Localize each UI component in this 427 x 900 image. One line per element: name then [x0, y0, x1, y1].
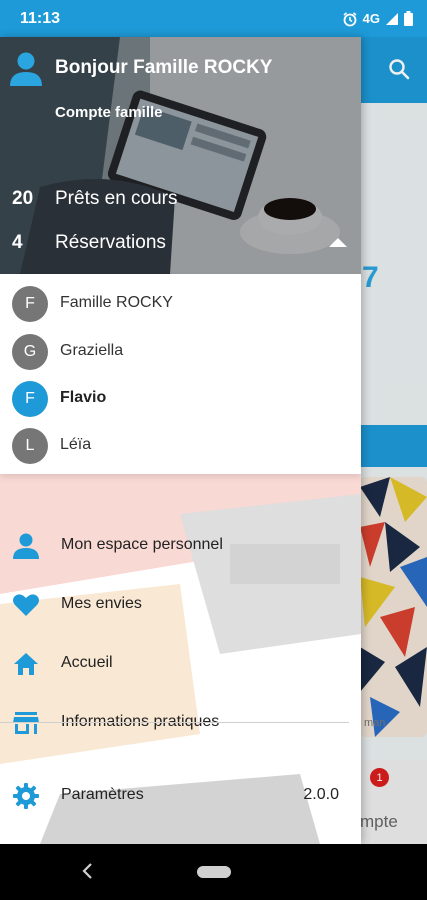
person-icon — [12, 532, 40, 565]
menu-label: Mon espace personnel — [61, 536, 223, 553]
status-time: 11:13 — [20, 9, 61, 27]
member-avatar: F — [12, 286, 48, 322]
account-avatar-icon — [9, 51, 43, 92]
gear-icon — [12, 782, 40, 815]
menu-item-personal-space[interactable]: Mon espace personnel — [0, 518, 361, 574]
menu-item-settings[interactable]: Paramètres 2.0.0 — [0, 768, 361, 824]
menu-item-home[interactable]: Accueil — [0, 636, 361, 692]
member-avatar: G — [12, 334, 48, 370]
menu-item-wishlist[interactable]: Mes envies — [0, 577, 361, 633]
loans-stat[interactable]: 20 Prêts en cours — [0, 188, 361, 218]
home-icon — [12, 650, 40, 683]
signal-icon — [386, 12, 398, 25]
heart-icon — [12, 591, 40, 624]
family-member-list: F Famille ROCKY G Graziella F Flavio L L… — [0, 274, 361, 474]
alarm-icon — [343, 11, 357, 26]
menu-label: Accueil — [61, 654, 113, 671]
member-item[interactable]: G Graziella — [0, 328, 361, 376]
battery-icon — [404, 11, 413, 26]
network-label: 4G — [362, 11, 380, 26]
drawer-menu: Mon espace personnel Mes envies Accueil — [0, 474, 361, 844]
app-version: 2.0.0 — [303, 786, 339, 803]
menu-label: Paramètres — [61, 786, 144, 803]
back-icon[interactable] — [80, 862, 94, 885]
menu-divider — [0, 722, 349, 723]
member-item-active[interactable]: F Flavio — [0, 375, 361, 423]
menu-item-practical-info[interactable]: Informations pratiques — [0, 695, 361, 751]
reservations-stat[interactable]: 4 Réservations — [0, 232, 361, 262]
member-item[interactable]: F Famille ROCKY — [0, 280, 361, 328]
loans-label: Prêts en cours — [55, 188, 178, 209]
status-icons: 4G — [342, 11, 413, 27]
reservations-count: 4 — [12, 232, 23, 253]
member-avatar: F — [12, 381, 48, 417]
member-name: Graziella — [60, 342, 124, 359]
member-name: Flavio — [60, 389, 107, 406]
greeting-title: Bonjour Famille ROCKY — [55, 57, 273, 78]
account-type-label: Compte famille — [55, 104, 163, 121]
menu-label: Mes envies — [61, 595, 142, 612]
member-name: Famille ROCKY — [60, 294, 173, 311]
store-icon — [12, 709, 40, 742]
loans-count: 20 — [12, 188, 34, 209]
reservations-label: Réservations — [55, 232, 166, 253]
system-navigation-bar — [0, 844, 427, 900]
home-pill-button[interactable] — [197, 866, 231, 878]
collapse-caret-icon[interactable] — [329, 238, 347, 247]
member-avatar: L — [12, 428, 48, 464]
member-name: Léïa — [60, 436, 92, 453]
navigation-drawer: Bonjour Famille ROCKY Compte famille 20 … — [0, 37, 361, 844]
drawer-header: Bonjour Famille ROCKY Compte famille 20 … — [0, 37, 361, 274]
status-bar: 11:13 4G — [0, 0, 427, 37]
member-item[interactable]: L Léïa — [0, 422, 361, 470]
